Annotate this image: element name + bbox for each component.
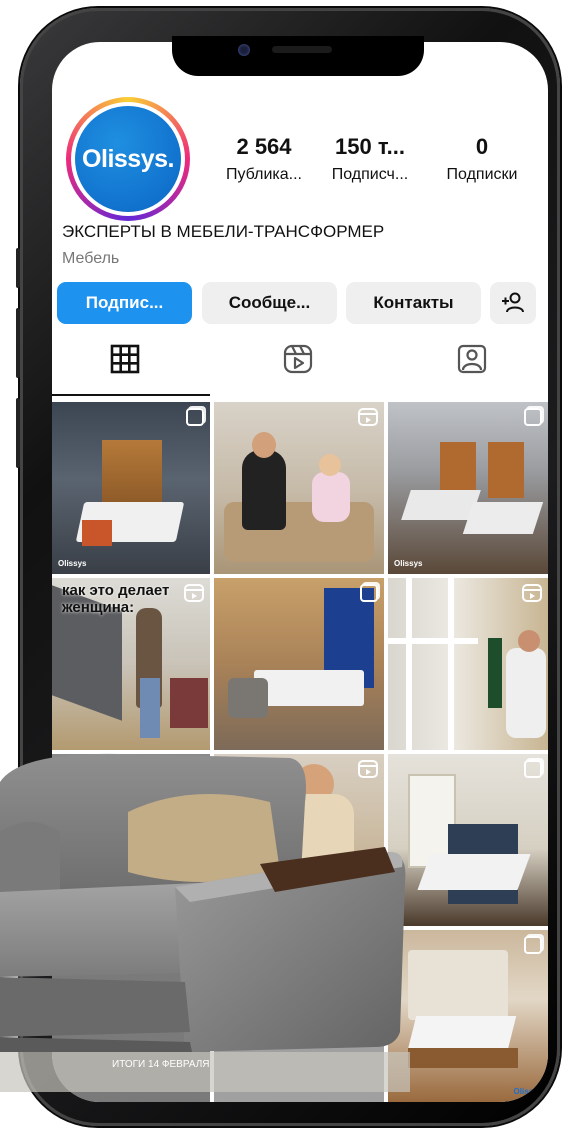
tab-reels[interactable]	[283, 344, 313, 374]
speaker-grille	[272, 46, 332, 53]
post-tile-2[interactable]	[214, 402, 384, 574]
avatar-story-ring[interactable]: Olissys.	[66, 97, 190, 221]
stat-following-label: Подписки	[446, 166, 518, 183]
stat-followers-label: Подписч...	[331, 166, 409, 183]
reel-icon	[358, 408, 378, 426]
phone-notch	[172, 36, 424, 76]
post-tile-4[interactable]: как это делает женщина:	[52, 578, 210, 750]
stat-following[interactable]: 0 Подписки	[430, 134, 534, 184]
post-tile-9[interactable]	[388, 754, 548, 926]
profile-category: Мебель	[62, 250, 120, 267]
stat-posts-label: Публика...	[226, 166, 302, 183]
brand-tag: Olissys	[394, 559, 423, 568]
add-person-icon	[502, 292, 524, 313]
sofa-illustration	[0, 753, 410, 1092]
active-tab-indicator	[52, 394, 210, 396]
stat-posts-value: 2 564	[236, 134, 292, 159]
reels-icon	[283, 344, 313, 374]
post-tile-5[interactable]	[214, 578, 384, 750]
contacts-button[interactable]: Контакты	[346, 282, 481, 324]
stat-following-value: 0	[475, 134, 489, 159]
brand-tag: Olissys	[58, 559, 87, 568]
stat-followers[interactable]: 150 т... Подписч...	[316, 134, 424, 184]
phone-volume-up	[16, 308, 20, 378]
avatar: Olissys.	[75, 106, 181, 212]
tab-tagged[interactable]	[457, 344, 487, 374]
reel-icon	[522, 584, 542, 602]
reel-icon	[184, 584, 204, 602]
post-caption-text: ИТОГИ 14 ФЕВРАЛЯ	[112, 1059, 210, 1070]
post-tile-12[interactable]: Olissys	[388, 930, 548, 1102]
profile-name: ЭКСПЕРТЫ В МЕБЕЛИ-ТРАНСФОРМЕР	[62, 222, 385, 241]
follow-button[interactable]: Подпис...	[57, 282, 192, 324]
phone-side-button	[16, 248, 20, 288]
post-tile-6[interactable]	[388, 578, 548, 750]
stat-posts[interactable]: 2 564 Публика...	[214, 134, 314, 184]
post-overlay-text: как это делает женщина:	[62, 582, 170, 616]
multi-post-icon	[524, 408, 542, 426]
multi-post-icon	[524, 936, 542, 954]
phone-volume-down	[16, 398, 20, 468]
avatar-border: Olissys.	[71, 102, 185, 216]
add-person-button[interactable]	[490, 282, 536, 324]
multi-post-icon	[524, 760, 542, 778]
post-tile-3[interactable]: Olissys	[388, 402, 548, 574]
post-tile-1[interactable]: Olissys	[52, 402, 210, 574]
message-button[interactable]: Сообще...	[202, 282, 337, 324]
multi-post-icon	[186, 408, 204, 426]
tab-grid[interactable]	[110, 344, 140, 374]
stat-followers-value: 150 т...	[335, 134, 405, 159]
multi-post-icon	[360, 584, 378, 602]
sofa-foreground-image: ИТОГИ 14 ФЕВРАЛЯ	[0, 742, 410, 1092]
brand-logo-tag: Olissys	[513, 1087, 542, 1096]
tagged-icon	[457, 344, 487, 374]
camera-icon	[238, 44, 250, 56]
grid-icon	[110, 344, 140, 374]
